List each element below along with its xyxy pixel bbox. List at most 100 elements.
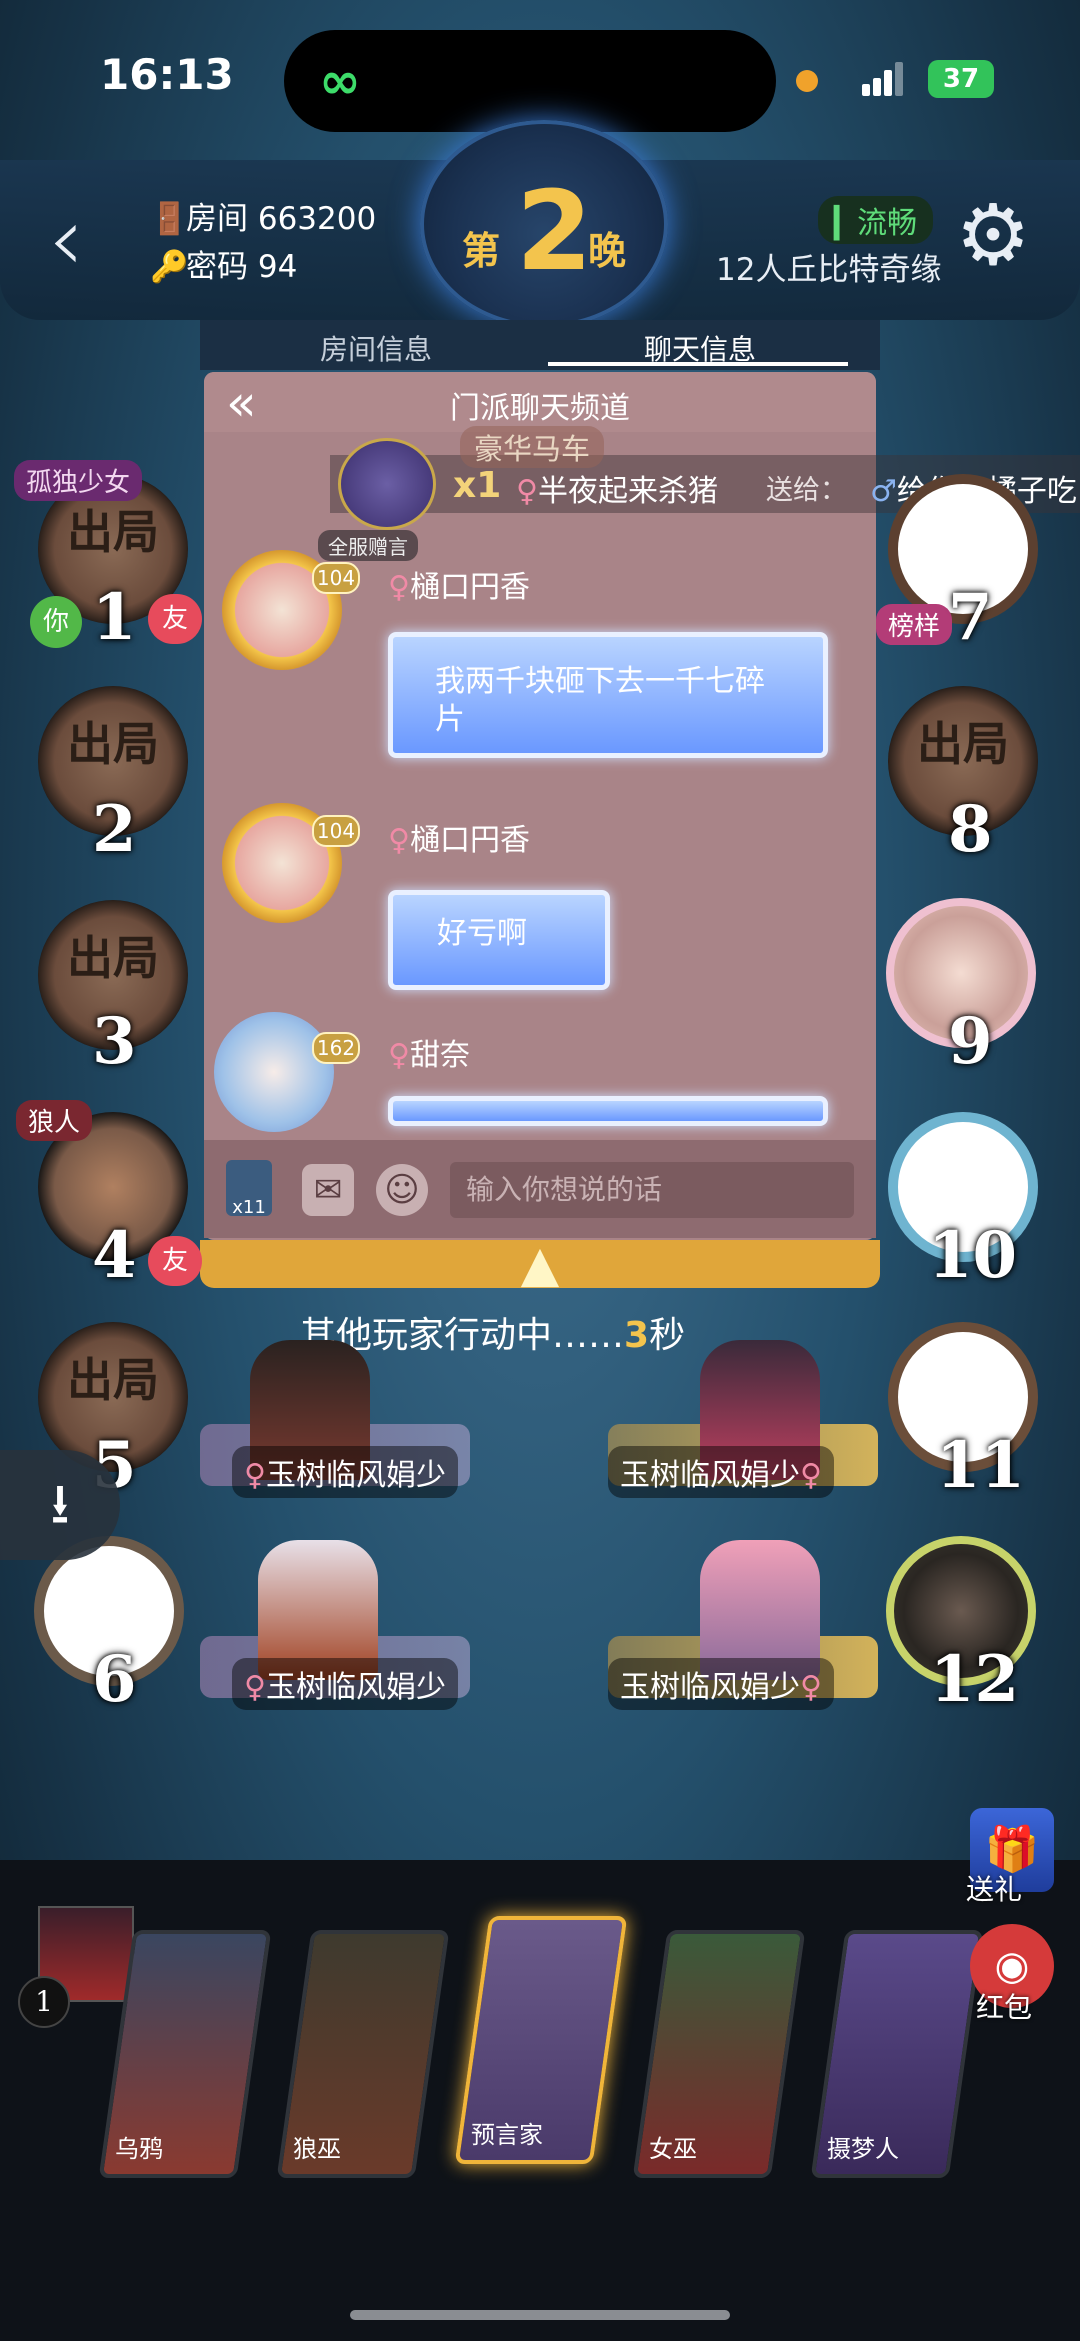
player-name: ♀玉树临风娟少 — [232, 1446, 458, 1498]
female-icon: ♀ — [388, 1038, 410, 1073]
gift-name: 豪华马车 — [460, 426, 605, 468]
tab-room-info[interactable]: 房间信息 — [320, 328, 432, 368]
sender-name: 樋口円香 — [409, 823, 530, 858]
gear-icon[interactable]: ⚙ — [948, 190, 1038, 280]
seat-title: 孤独少女 — [14, 460, 143, 501]
action-seconds: 3 — [624, 1315, 650, 1356]
bag-icon[interactable]: x11 — [226, 1160, 272, 1218]
gift-label[interactable]: 送礼 — [966, 1868, 1022, 1908]
out-label: 出局 — [67, 505, 159, 559]
gift-sender-name: 半夜起来杀猪 — [537, 474, 718, 509]
friend-heart-icon: 友 — [148, 1236, 202, 1286]
broadcast-badge: 全服赠言 — [318, 530, 418, 561]
player-name: 玉树临风娟少♀ — [608, 1446, 834, 1498]
level-badge: 104 — [312, 815, 360, 847]
out-label: 出局 — [67, 717, 159, 771]
carriage-icon — [338, 438, 436, 530]
night-number: 2 — [516, 167, 593, 295]
app-link-icon: ∞ — [319, 52, 361, 110]
seat-number: 6 — [92, 1642, 137, 1717]
mic-indicator-icon — [796, 70, 818, 92]
level-badge: 162 — [312, 1032, 360, 1064]
level-badge: 104 — [312, 562, 360, 594]
seat-number: 9 — [948, 1004, 993, 1079]
friend-heart-icon: 友 — [148, 594, 202, 644]
network-label: 流畅 — [857, 206, 918, 241]
bag-count: x11 — [232, 1197, 266, 1218]
network-status: ▎流畅 — [818, 196, 934, 244]
female-icon: ♀ — [516, 474, 538, 509]
sender-name: 樋口円香 — [409, 570, 530, 605]
sender-name: 甜奈 — [409, 1038, 470, 1073]
female-icon: ♀ — [244, 1670, 266, 1705]
room-password: 密码 94 — [186, 249, 298, 285]
signal-bars-icon: ▎ — [834, 206, 858, 241]
female-icon: ♀ — [388, 823, 410, 858]
back-button[interactable]: ‹ — [48, 195, 84, 285]
seat-number: 12 — [930, 1642, 1020, 1717]
chat-title: 门派聊天频道 — [450, 391, 630, 426]
message-sender: ♀樋口円香 — [388, 815, 530, 859]
out-label: 出局 — [67, 931, 159, 985]
red-packet-label[interactable]: 红包 — [976, 1986, 1032, 2026]
action-unit: 秒 — [649, 1315, 686, 1356]
tab-indicator — [548, 362, 848, 366]
signal-icon — [862, 62, 903, 96]
quick-chat-icon[interactable]: ✉ — [302, 1164, 354, 1216]
seat-number: 11 — [936, 1428, 1026, 1503]
male-icon: ♂ — [870, 474, 897, 509]
gift-sender: ♀半夜起来杀猪 — [516, 466, 718, 510]
message-sender: ♀樋口円香 — [388, 562, 530, 606]
seat-number: 1 — [92, 580, 137, 655]
my-seat-number: 1 — [18, 1976, 70, 2028]
female-icon: ♀ — [800, 1670, 822, 1705]
message-bubble: 我两千块砸下去一千七碎片 — [388, 632, 828, 758]
player-name: ♀玉树临风娟少 — [232, 1658, 458, 1710]
seat-number: 2 — [92, 792, 137, 867]
seat-number: 8 — [948, 792, 993, 867]
night-counter: 第 2 晚 — [420, 120, 668, 328]
role-model-badge: 榜样 — [876, 604, 953, 645]
door-icon: 🚪 — [150, 201, 189, 237]
battery-icon: 37 — [928, 60, 994, 98]
player-name-text: 玉树临风娟少 — [265, 1670, 446, 1705]
card-label: 预言家 — [470, 2121, 543, 2149]
player-name-text: 玉树临风娟少 — [265, 1458, 446, 1493]
out-label: 出局 — [67, 1353, 159, 1407]
female-icon: ♀ — [244, 1458, 266, 1493]
female-icon: ♀ — [388, 570, 410, 605]
female-icon: ♀ — [800, 1458, 822, 1493]
action-timer: 其他玩家行动中……3秒 — [300, 1306, 685, 1358]
seat-number: 10 — [928, 1218, 1018, 1293]
player-name: 玉树临风娟少♀ — [608, 1658, 834, 1710]
room-info: 🚪房间 663200 🔑密码 94 — [150, 195, 376, 291]
gift-to-label: 送给： — [766, 475, 847, 506]
emoji-icon[interactable]: ☺ — [376, 1164, 428, 1216]
seat-number: 7 — [948, 580, 993, 655]
key-icon: 🔑 — [150, 249, 189, 285]
home-indicator[interactable] — [350, 2310, 730, 2320]
game-mode: 12人丘比特奇缘 — [716, 252, 942, 288]
status-time: 16:13 — [100, 50, 234, 99]
message-bubble: 好亏啊 — [388, 890, 610, 990]
out-label: 出局 — [917, 717, 1009, 771]
role-badge: 狼人 — [16, 1100, 93, 1141]
card-label: 摄梦人 — [827, 2135, 899, 2163]
seat-number: 4 — [92, 1218, 137, 1293]
night-suffix: 晚 — [588, 229, 627, 273]
gift-count: x1 — [453, 465, 502, 506]
card-label: 狼巫 — [292, 2135, 341, 2163]
expand-chevron-icon[interactable]: ▲ — [200, 1239, 880, 1289]
you-badge: 你 — [30, 596, 82, 648]
card-label: 女巫 — [649, 2135, 697, 2163]
seat-number: 3 — [92, 1004, 137, 1079]
player-name-text: 玉树临风娟少 — [620, 1670, 800, 1705]
dynamic-island: ∞ — [284, 30, 776, 132]
download-icon[interactable]: ⭳ — [0, 1450, 120, 1560]
night-prefix: 第 — [462, 229, 501, 273]
avatar[interactable] — [214, 1012, 334, 1132]
room-number: 房间 663200 — [186, 201, 377, 237]
chat-input[interactable]: 输入你想说的话 — [450, 1162, 854, 1218]
message-sender: ♀甜奈 — [388, 1030, 470, 1074]
message-bubble — [388, 1096, 828, 1126]
